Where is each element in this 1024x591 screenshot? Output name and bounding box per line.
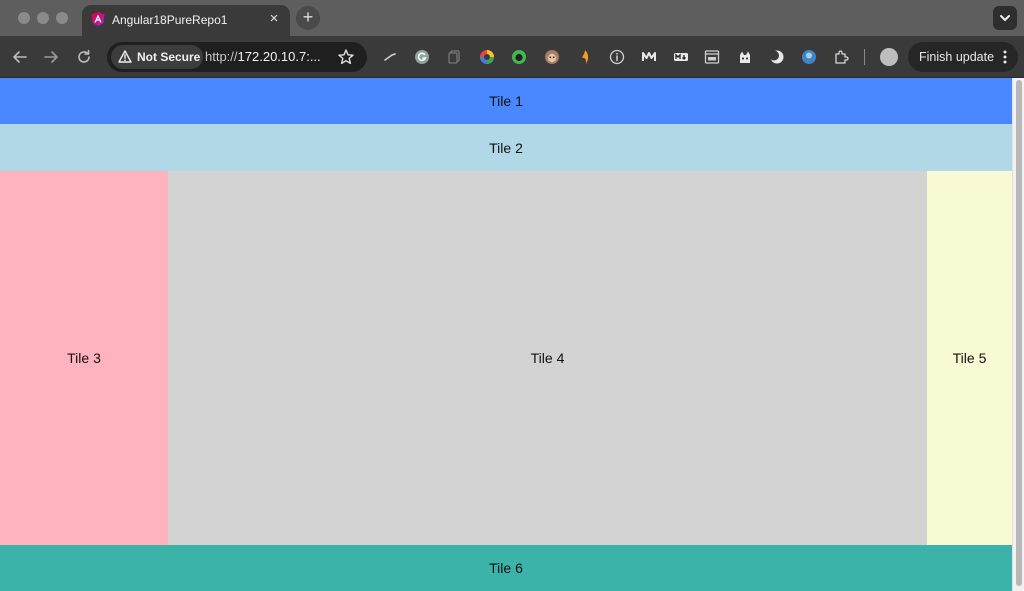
- page-viewport: Tile 1 Tile 2 Tile 3 Tile 4 Tile 5 Tile …: [0, 78, 1024, 591]
- monkey-icon[interactable]: [544, 49, 560, 65]
- close-window-button[interactable]: [18, 12, 30, 24]
- tile-6: Tile 6: [0, 545, 1012, 591]
- forward-arrow-icon[interactable]: [41, 47, 61, 67]
- url-text[interactable]: http://172.20.10.7:...: [205, 49, 321, 64]
- url-host: 172.20.10.7:...: [237, 49, 321, 64]
- info-icon[interactable]: [609, 49, 625, 65]
- finish-update-button[interactable]: Finish update: [908, 42, 1018, 72]
- moon-icon[interactable]: [769, 49, 785, 65]
- more-vertical-icon[interactable]: [1003, 50, 1007, 64]
- maximize-window-button[interactable]: [56, 12, 68, 24]
- color-wheel-icon[interactable]: [479, 49, 495, 65]
- tile-label: Tile 5: [952, 350, 987, 366]
- tile-2: Tile 2: [0, 124, 1012, 171]
- profile-avatar[interactable]: [880, 48, 898, 66]
- flame-icon[interactable]: [577, 49, 593, 65]
- tab-search-button[interactable]: [993, 6, 1017, 30]
- tab-close-icon[interactable]: ×: [266, 11, 282, 27]
- browser-tab[interactable]: Angular18PureRepo1 ×: [82, 5, 290, 36]
- tile-label: Tile 3: [67, 350, 101, 366]
- finish-update-label: Finish update: [919, 50, 995, 64]
- reload-icon[interactable]: [74, 47, 94, 67]
- copy-icon[interactable]: [446, 49, 462, 65]
- tile-label: Tile 2: [489, 139, 523, 156]
- tab-title: Angular18PureRepo1: [112, 13, 228, 27]
- blue-face-icon[interactable]: [801, 49, 817, 65]
- tile-label: Tile 4: [530, 350, 565, 366]
- warning-triangle-icon: [118, 50, 132, 63]
- cat-icon[interactable]: [737, 49, 753, 65]
- minimize-window-button[interactable]: [37, 12, 49, 24]
- tab-strip: Angular18PureRepo1 × +: [0, 0, 1024, 36]
- puzzle-icon[interactable]: [833, 49, 849, 65]
- window-icon[interactable]: [704, 49, 720, 65]
- grammarly-icon[interactable]: [414, 49, 430, 65]
- security-chip[interactable]: Not Secure: [111, 45, 203, 69]
- extension-pen-icon[interactable]: [382, 49, 398, 65]
- security-label: Not Secure: [137, 50, 201, 64]
- tile-label: Tile 6: [489, 560, 523, 576]
- tile-label: Tile 1: [489, 93, 523, 109]
- back-arrow-icon[interactable]: [10, 47, 30, 67]
- url-prefix: http://: [205, 49, 238, 64]
- browser-toolbar: Not Secure http://172.20.10.7:... Finish…: [0, 36, 1024, 78]
- scrollbar-thumb[interactable]: [1016, 80, 1022, 586]
- medium-icon[interactable]: [641, 49, 657, 65]
- tile-5: Tile 5: [927, 171, 1012, 545]
- vertical-scrollbar[interactable]: [1012, 78, 1024, 591]
- octocat-icon[interactable]: [511, 49, 527, 65]
- toolbar-divider: [864, 49, 865, 65]
- markdown-icon[interactable]: [673, 49, 689, 65]
- tile-1: Tile 1: [0, 78, 1012, 124]
- chevron-down-icon: [1000, 15, 1010, 22]
- angular-icon: [91, 12, 105, 26]
- tile-grid: Tile 1 Tile 2 Tile 3 Tile 4 Tile 5 Tile …: [0, 78, 1012, 591]
- new-tab-button[interactable]: +: [296, 6, 320, 30]
- tile-4: Tile 4: [168, 171, 927, 545]
- address-bar[interactable]: Not Secure http://172.20.10.7:...: [107, 42, 367, 72]
- bookmark-star-icon[interactable]: [337, 48, 355, 66]
- tile-3: Tile 3: [0, 171, 168, 545]
